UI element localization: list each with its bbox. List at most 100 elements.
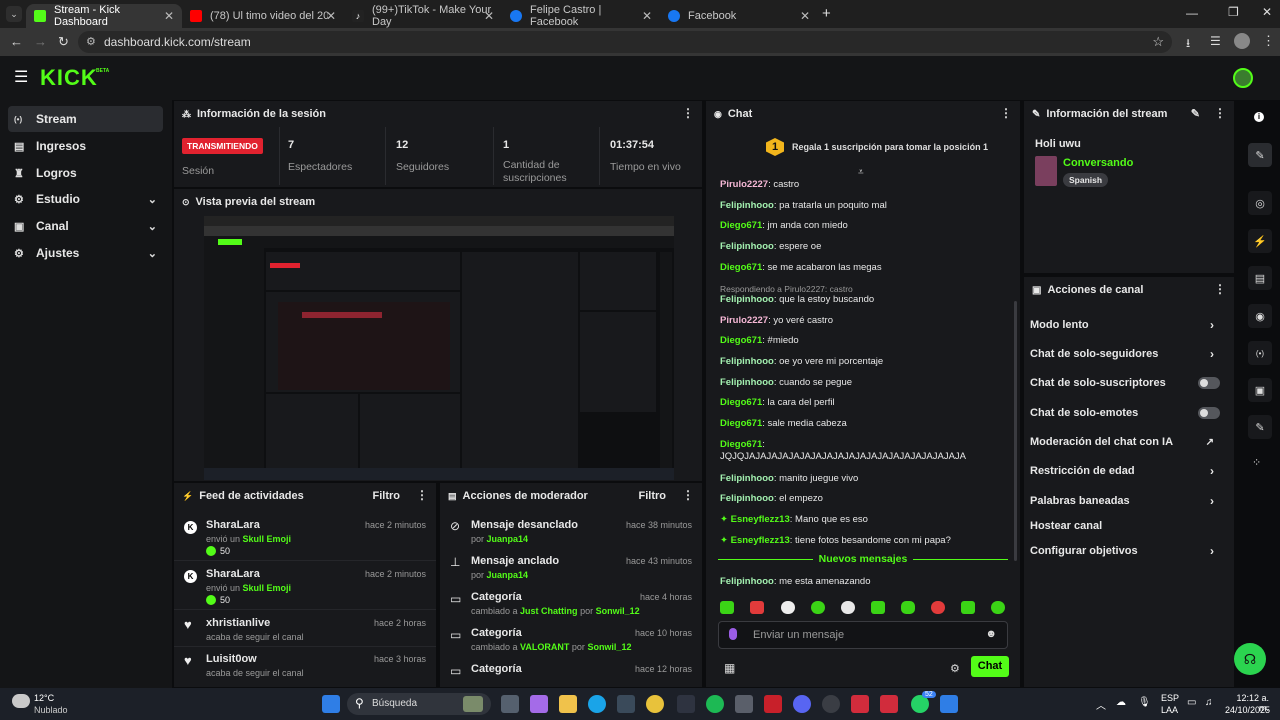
chat-username[interactable]: Felipinhooo [720, 200, 774, 211]
weather-desc[interactable]: Nublado [34, 705, 68, 715]
task-view-icon[interactable] [501, 695, 519, 713]
emote-icon[interactable] [931, 601, 945, 614]
browser-menu-icon[interactable]: ⋮ [1262, 33, 1275, 49]
clock-date[interactable]: 24/10/2025 [1225, 705, 1270, 715]
more-widgets-icon[interactable]: ⁘ [1252, 456, 1261, 469]
close-window-icon[interactable]: ✕ [1262, 5, 1272, 19]
feed-user[interactable]: xhristianlive [206, 617, 270, 629]
microphone-icon[interactable] [729, 628, 737, 640]
subscribers-only-option[interactable]: Chat de solo-suscriptores [1030, 370, 1224, 396]
slow-mode-option[interactable]: Modo lento › [1030, 312, 1224, 338]
more-options-icon[interactable]: ⋮ [682, 107, 694, 119]
kick-logo[interactable]: KICK [40, 65, 98, 91]
edit-pencil-icon[interactable]: ✎ [1191, 107, 1200, 120]
gift-leaderboard[interactable]: 1 Regala 1 suscripción para tomar la pos… [766, 138, 988, 156]
info-icon[interactable]: i [1254, 112, 1264, 122]
close-tab-icon[interactable]: ✕ [800, 9, 810, 23]
chat-username[interactable]: Felipinhooo [720, 576, 774, 587]
more-options-icon[interactable]: ⋮ [1214, 107, 1226, 119]
app-icon[interactable] [851, 695, 869, 713]
sidebar-item-logros[interactable]: ♜ Logros [8, 160, 163, 186]
language-code[interactable]: ESP [1161, 693, 1179, 703]
weather-cloud-icon[interactable] [12, 694, 30, 708]
emote-icon[interactable] [720, 601, 734, 614]
more-options-icon[interactable]: ⋮ [1214, 283, 1226, 295]
back-icon[interactable]: ← [10, 34, 23, 49]
sidebar-item-canal[interactable]: ▣ Canal ⌄ [8, 213, 163, 239]
discord-icon[interactable] [793, 695, 811, 713]
tab-search-icon[interactable]: ⌄ [6, 6, 22, 22]
minimize-icon[interactable]: — [1186, 6, 1198, 20]
download-icon[interactable]: ⭳ [1186, 34, 1190, 55]
reload-icon[interactable]: ↻ [58, 34, 69, 50]
emotes-only-toggle[interactable] [1198, 407, 1220, 419]
chat-username[interactable]: Esneyflezz13 [731, 535, 790, 546]
app-icon[interactable] [677, 695, 695, 713]
feed-user[interactable]: SharaLara [206, 519, 260, 531]
edge-icon[interactable] [588, 695, 606, 713]
stream-video[interactable] [204, 216, 674, 480]
app-icon[interactable] [940, 695, 958, 713]
spotify-icon[interactable] [706, 695, 724, 713]
close-tab-icon[interactable]: ✕ [484, 9, 494, 23]
mod-who[interactable]: Sonwil_12 [587, 642, 631, 652]
subscribers-only-toggle[interactable] [1198, 377, 1220, 389]
followers-only-option[interactable]: Chat de solo-seguidores › [1030, 341, 1224, 367]
app-icon[interactable] [880, 695, 898, 713]
emote-icon[interactable] [991, 601, 1005, 614]
network-icon[interactable]: ▭ [1187, 697, 1196, 708]
emote-icon[interactable] [841, 601, 855, 614]
emote-icon[interactable] [901, 601, 915, 614]
restore-icon[interactable]: ❐ [1228, 5, 1239, 19]
chat-username[interactable]: Felipinhooo [720, 493, 774, 504]
broadcast-toggle-icon[interactable]: (•) [1248, 341, 1272, 365]
file-explorer-icon[interactable] [559, 695, 577, 713]
copilot-icon[interactable] [530, 695, 548, 713]
chat-scrollbar[interactable] [1014, 301, 1017, 561]
emote-icon[interactable] [871, 601, 885, 614]
close-tab-icon[interactable]: ✕ [326, 9, 336, 23]
emotes-only-option[interactable]: Chat de solo-emotes [1030, 400, 1224, 426]
more-options-icon[interactable]: ⋮ [416, 489, 428, 501]
chat-username[interactable]: Esneyflezz13 [731, 514, 790, 525]
feed-user[interactable]: SharaLara [206, 568, 260, 580]
chat-username[interactable]: Felipinhooo [720, 356, 774, 367]
configure-goals-option[interactable]: Configurar objetivos › [1030, 538, 1224, 564]
tab-youtube[interactable]: (78) Ul timo video del 2016 - Yo ✕ [182, 4, 344, 28]
ai-moderation-option[interactable]: Moderación del chat con IA ↗ [1030, 429, 1224, 455]
chat-username[interactable]: Diego671 [720, 397, 762, 408]
mod-who[interactable]: Juanpa14 [487, 570, 529, 580]
weather-temp[interactable]: 12°C [34, 693, 54, 703]
microphone-tray-icon[interactable]: 🎙 [1138, 697, 1151, 708]
close-tab-icon[interactable]: ✕ [642, 9, 652, 23]
reading-list-icon[interactable]: ☰ [1210, 34, 1221, 48]
taskbar-search[interactable]: ⚲ Búsqueda [347, 693, 491, 715]
chat-input[interactable]: Enviar un mensaje ☻ [718, 621, 1008, 649]
filter-button[interactable]: Filtro [639, 490, 667, 502]
close-tab-icon[interactable]: ✕ [164, 9, 174, 23]
store-app-icon[interactable] [617, 695, 635, 713]
new-messages-divider[interactable]: Nuevos mensajes [718, 553, 1008, 565]
tab-facebook-profile[interactable]: Felipe Castro | Facebook ✕ [502, 4, 660, 28]
chat-username[interactable]: Diego671 [720, 418, 762, 429]
obs-icon[interactable] [822, 695, 840, 713]
mod-who[interactable]: Sonwil_12 [596, 606, 640, 616]
feed-user[interactable]: Luisit0ow [206, 653, 257, 665]
windows-start-icon[interactable] [322, 695, 340, 713]
volume-icon[interactable]: ♫ [1205, 697, 1213, 708]
edit-layout-icon[interactable]: ✎ [1248, 143, 1272, 167]
cloud-sync-icon[interactable]: ☁ [1116, 697, 1126, 708]
keyboard-layout[interactable]: LAA [1161, 705, 1178, 715]
category-link[interactable]: Conversando [1063, 157, 1133, 169]
tab-facebook[interactable]: Facebook ✕ [660, 4, 818, 28]
emote-icon[interactable] [811, 601, 825, 614]
bolt-toggle-icon[interactable]: ⚡ [1248, 229, 1272, 253]
show-hidden-icons[interactable]: ︿ [1096, 697, 1106, 712]
notes-icon[interactable]: ▤ [1248, 266, 1272, 290]
support-headset-icon[interactable]: ☊ [1234, 643, 1266, 675]
channel-toggle-icon[interactable]: ▣ [1248, 378, 1272, 402]
user-avatar[interactable] [1233, 68, 1253, 88]
profile-avatar-icon[interactable] [1234, 33, 1250, 49]
tab-kick[interactable]: Stream - Kick Dashboard ✕ [26, 4, 182, 28]
sidebar-item-ingresos[interactable]: ▤ Ingresos [8, 133, 163, 159]
